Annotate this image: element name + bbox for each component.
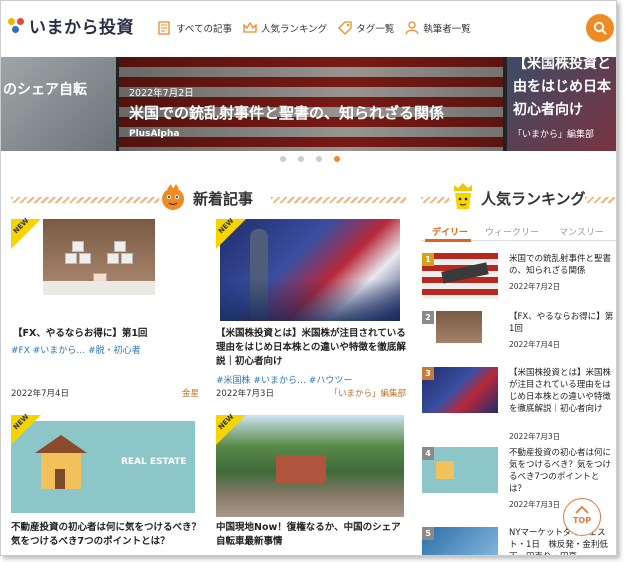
thumbnail-caption: REAL ESTATE bbox=[121, 457, 187, 467]
slide-date: 2022年7月2日 bbox=[129, 88, 194, 99]
section-divider bbox=[271, 197, 406, 203]
carousel-dot-active[interactable] bbox=[334, 156, 340, 162]
carousel-dot[interactable] bbox=[280, 156, 286, 162]
mascot-crown-icon bbox=[454, 183, 472, 209]
new-badge-label: NEW bbox=[11, 216, 31, 236]
chevron-up-icon bbox=[575, 505, 589, 514]
ranking-heading: 人気ランキング bbox=[451, 183, 586, 213]
section-title: 人気ランキング bbox=[481, 189, 586, 208]
ranking-date: 2022年7月4日 bbox=[509, 340, 561, 349]
nav-label: 人気ランキング bbox=[260, 24, 328, 35]
tab-monthly[interactable]: マンスリー bbox=[559, 225, 604, 238]
article-icon bbox=[158, 21, 170, 35]
slide-source: 「いまから」編集部 bbox=[513, 130, 595, 140]
crown-icon bbox=[243, 21, 257, 33]
new-badge: NEW bbox=[11, 412, 41, 445]
logo-text: いまから投資 bbox=[29, 18, 134, 38]
carousel-dot[interactable] bbox=[316, 156, 322, 162]
ranking-item[interactable]: 3 【米国株投資とは】米国株が注目されている理由をはじめ日本株との違いや特徴を徹… bbox=[422, 367, 616, 441]
section-divider bbox=[11, 197, 159, 203]
ranking-date: 2022年7月2日 bbox=[509, 282, 561, 291]
ranking-title[interactable]: NYマーケットダイジェスト・1日 株反発・金利低下・円売り・円高 bbox=[509, 527, 615, 555]
article-date: 2022年7月3日 bbox=[216, 389, 274, 399]
rank-number: 5 bbox=[422, 527, 434, 540]
ranking-title[interactable]: 不動産投資の初心者は何に気をつけるべき？気をつけるべき7つのポイントとは？ bbox=[509, 447, 615, 495]
tag-icon bbox=[338, 21, 352, 35]
article-title[interactable]: 不動産投資の初心者は何に気をつけるべき？気をつけるべき7つのポイントとは？ bbox=[11, 521, 201, 549]
mascot-icon bbox=[162, 184, 184, 210]
slide-source: PlusAlpha bbox=[129, 129, 180, 139]
ranking-tabs: デイリー ウィークリー マンスリー bbox=[421, 219, 616, 241]
carousel-slide-next[interactable]: 【米国株投資と 由をはじめ日本 初心者向け 「いまから」編集部 bbox=[507, 57, 616, 151]
search-icon bbox=[593, 21, 607, 35]
article-card[interactable]: NEW 中国現地Now！復権なるか、中国のシェア自転車最新事情 bbox=[216, 412, 406, 555]
slide-title: 【米国株投資と 由をはじめ日本 初心者向け bbox=[513, 57, 611, 122]
ranking-title[interactable]: 【米国株投資とは】米国株が注目されている理由をはじめ日本株との違いや特徴を徹底解… bbox=[509, 367, 615, 415]
section-title: 新着記事 bbox=[193, 189, 254, 208]
logo-mark-icon bbox=[8, 16, 26, 36]
carousel-dot[interactable] bbox=[298, 156, 304, 162]
new-articles-heading: 新着記事 bbox=[159, 183, 253, 213]
new-badge-label: NEW bbox=[216, 216, 236, 236]
back-to-top-button[interactable]: TOP bbox=[563, 498, 601, 536]
person-icon bbox=[405, 21, 419, 35]
browser-page: いまから投資 すべての記事 人気ランキング タグ一覧 執筆者一覧 のシェア自転 … bbox=[0, 0, 617, 556]
site-header: いまから投資 すべての記事 人気ランキング タグ一覧 執筆者一覧 bbox=[1, 1, 616, 55]
carousel-slide-prev[interactable]: のシェア自転 bbox=[1, 57, 116, 151]
new-badge: NEW bbox=[11, 216, 41, 249]
hero-carousel[interactable]: のシェア自転 2022年7月2日 米国での銃乱射事件と聖書の、知られざる関係 P… bbox=[1, 57, 616, 151]
article-author[interactable]: 「いまから」編集部 bbox=[306, 387, 406, 399]
rank-number: 1 bbox=[422, 253, 434, 266]
slide-title: のシェア自転 bbox=[3, 82, 87, 98]
rank-number: 3 bbox=[422, 367, 434, 380]
nav-all-articles[interactable]: すべての記事 bbox=[157, 21, 232, 35]
ranking-item[interactable]: 2 【FX、やるならお得に】第1回 2022年7月4日 bbox=[422, 311, 616, 351]
rank-number: 2 bbox=[422, 311, 434, 324]
article-date: 2022年7月4日 bbox=[11, 389, 69, 399]
nav-ranking[interactable]: 人気ランキング bbox=[242, 21, 327, 35]
ranking-title[interactable]: 【FX、やるならお得に】第1回 bbox=[509, 311, 615, 335]
new-badge-label: NEW bbox=[11, 412, 31, 432]
article-title[interactable]: 【米国株投資とは】米国株が注目されている理由をはじめ日本株との違いや特徴を徹底解… bbox=[216, 327, 406, 369]
nav-authors[interactable]: 執筆者一覧 bbox=[404, 21, 471, 35]
article-thumbnail[interactable] bbox=[220, 219, 400, 321]
tab-weekly[interactable]: ウィークリー bbox=[485, 225, 539, 238]
section-divider bbox=[421, 197, 449, 203]
tab-daily[interactable]: デイリー bbox=[432, 225, 468, 238]
new-badge: NEW bbox=[216, 412, 246, 445]
article-thumbnail[interactable] bbox=[43, 219, 155, 295]
new-badge: NEW bbox=[216, 216, 246, 249]
article-author[interactable]: 金星 bbox=[121, 387, 199, 399]
nav-label: すべての記事 bbox=[176, 24, 232, 35]
site-logo[interactable]: いまから投資 bbox=[8, 13, 134, 38]
rank-number: 4 bbox=[422, 447, 434, 460]
nav-label: タグ一覧 bbox=[356, 24, 395, 35]
article-title[interactable]: 中国現地Now！復権なるか、中国のシェア自転車最新事情 bbox=[216, 521, 406, 549]
ranking-thumbnail[interactable] bbox=[436, 311, 482, 343]
ranking-date: 2022年7月3日 bbox=[509, 500, 561, 509]
main-nav: すべての記事 人気ランキング タグ一覧 執筆者一覧 bbox=[157, 21, 471, 35]
article-card[interactable]: NEW 【FX、やるならお得に】第1回 #FX #いまから… #脱・初心者 20… bbox=[11, 216, 201, 399]
active-tab-indicator bbox=[425, 239, 471, 242]
section-divider bbox=[585, 197, 615, 203]
article-title[interactable]: 【FX、やるならお得に】第1回 bbox=[13, 327, 201, 341]
article-tags[interactable]: #FX #いまから… #脱・初心者 bbox=[11, 343, 141, 356]
ranking-date: 2022年7月3日 bbox=[509, 432, 561, 441]
new-badge-label: NEW bbox=[216, 412, 236, 432]
back-to-top-label: TOP bbox=[572, 516, 592, 525]
slide-title-line: 【米国株投資と bbox=[513, 57, 611, 72]
carousel-slide-active[interactable]: 2022年7月2日 米国での銃乱射事件と聖書の、知られざる関係 PlusAlph… bbox=[119, 57, 503, 151]
search-button[interactable] bbox=[586, 14, 614, 42]
article-card[interactable]: NEW 【米国株投資とは】米国株が注目されている理由をはじめ日本株との違いや特徴… bbox=[216, 216, 406, 399]
nav-label: 執筆者一覧 bbox=[423, 24, 471, 35]
slide-title: 米国での銃乱射事件と聖書の、知られざる関係 bbox=[129, 104, 445, 122]
carousel-dots bbox=[280, 156, 340, 162]
article-tags[interactable]: #米国株 #いまから… #ハウツー bbox=[216, 373, 352, 386]
ranking-title[interactable]: 米国での銃乱射事件と聖書の、知られざる関係 bbox=[509, 253, 615, 277]
slide-title-line: 初心者向け bbox=[513, 102, 583, 118]
nav-tags[interactable]: タグ一覧 bbox=[337, 21, 394, 35]
ranking-item[interactable]: 1 米国での銃乱射事件と聖書の、知られざる関係 2022年7月2日 bbox=[422, 253, 616, 303]
slide-title-line: 由をはじめ日本 bbox=[513, 79, 611, 95]
article-card[interactable]: REAL ESTATE NEW 不動産投資の初心者は何に気をつけるべき？気をつけ… bbox=[11, 412, 201, 555]
